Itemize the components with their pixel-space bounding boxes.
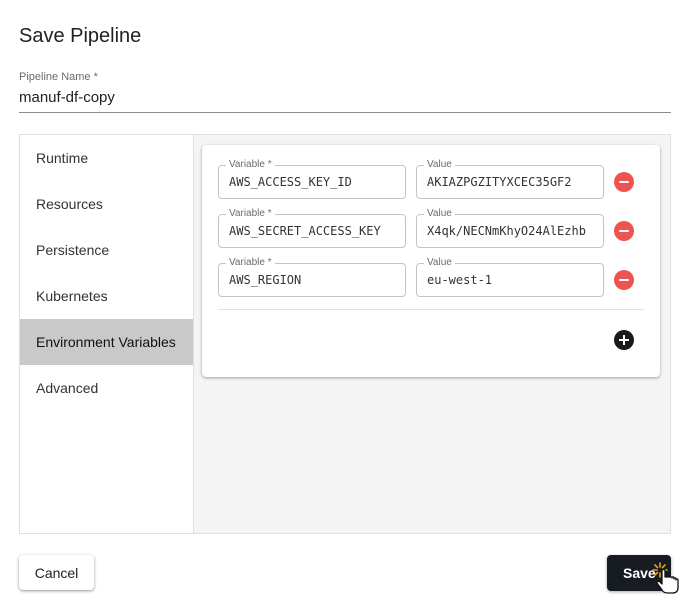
- plus-circle-icon[interactable]: [614, 330, 634, 350]
- value-label: Value: [424, 207, 455, 221]
- value-field[interactable]: Value X4qk/NECNmKhyO24AlEzhb: [416, 207, 604, 248]
- sidebar-item-resources[interactable]: Resources: [20, 181, 193, 227]
- settings-panel: Runtime Resources Persistence Kubernetes…: [19, 134, 671, 534]
- value-label: Value: [424, 256, 455, 270]
- value-field[interactable]: Value AKIAZPGZITYXCEC35GF2: [416, 158, 604, 199]
- variable-label: Variable *: [226, 207, 275, 221]
- cancel-button[interactable]: Cancel: [19, 555, 94, 590]
- pipeline-name-field[interactable]: Pipeline Name * manuf-df-copy: [19, 70, 671, 113]
- hand-pointer-cursor-icon: [652, 562, 679, 594]
- sidebar-item-kubernetes[interactable]: Kubernetes: [20, 273, 193, 319]
- sidebar-item-advanced[interactable]: Advanced: [20, 365, 193, 411]
- pipeline-name-label: Pipeline Name *: [19, 71, 98, 83]
- variable-input[interactable]: AWS_SECRET_ACCESS_KEY: [229, 224, 401, 238]
- variable-field[interactable]: Variable * AWS_REGION: [218, 256, 406, 297]
- divider: [218, 309, 644, 310]
- value-input[interactable]: eu-west-1: [427, 273, 599, 287]
- value-field[interactable]: Value eu-west-1: [416, 256, 604, 297]
- variable-label: Variable *: [226, 256, 275, 270]
- value-input[interactable]: AKIAZPGZITYXCEC35GF2: [427, 175, 599, 189]
- minus-circle-icon[interactable]: [614, 221, 634, 241]
- value-input[interactable]: X4qk/NECNmKhyO24AlEzhb: [427, 224, 599, 238]
- minus-circle-icon[interactable]: [614, 172, 634, 192]
- variable-field[interactable]: Variable * AWS_SECRET_ACCESS_KEY: [218, 207, 406, 248]
- page-title: Save Pipeline: [19, 25, 142, 47]
- settings-sidebar: Runtime Resources Persistence Kubernetes…: [20, 135, 194, 533]
- sidebar-item-persistence[interactable]: Persistence: [20, 227, 193, 273]
- variable-input[interactable]: AWS_REGION: [229, 273, 401, 287]
- variable-label: Variable *: [226, 158, 275, 172]
- minus-circle-icon[interactable]: [614, 270, 634, 290]
- variable-input[interactable]: AWS_ACCESS_KEY_ID: [229, 175, 401, 189]
- value-label: Value: [424, 158, 455, 172]
- env-vars-card: Variable * AWS_ACCESS_KEY_ID Value AKIAZ…: [202, 145, 660, 377]
- sidebar-item-runtime[interactable]: Runtime: [20, 135, 193, 181]
- variable-field[interactable]: Variable * AWS_ACCESS_KEY_ID: [218, 158, 406, 199]
- sidebar-item-environment-variables[interactable]: Environment Variables: [20, 319, 193, 365]
- env-vars-content: Variable * AWS_ACCESS_KEY_ID Value AKIAZ…: [194, 135, 670, 533]
- pipeline-name-input[interactable]: manuf-df-copy: [19, 89, 115, 106]
